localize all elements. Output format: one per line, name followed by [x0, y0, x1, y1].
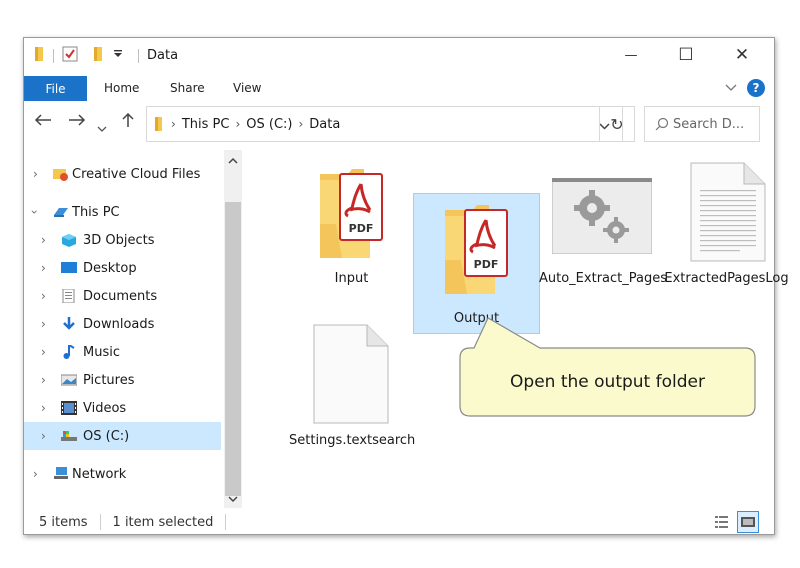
callout-bubble: [459, 317, 756, 417]
callout-text: Open the output folder: [510, 371, 705, 392]
